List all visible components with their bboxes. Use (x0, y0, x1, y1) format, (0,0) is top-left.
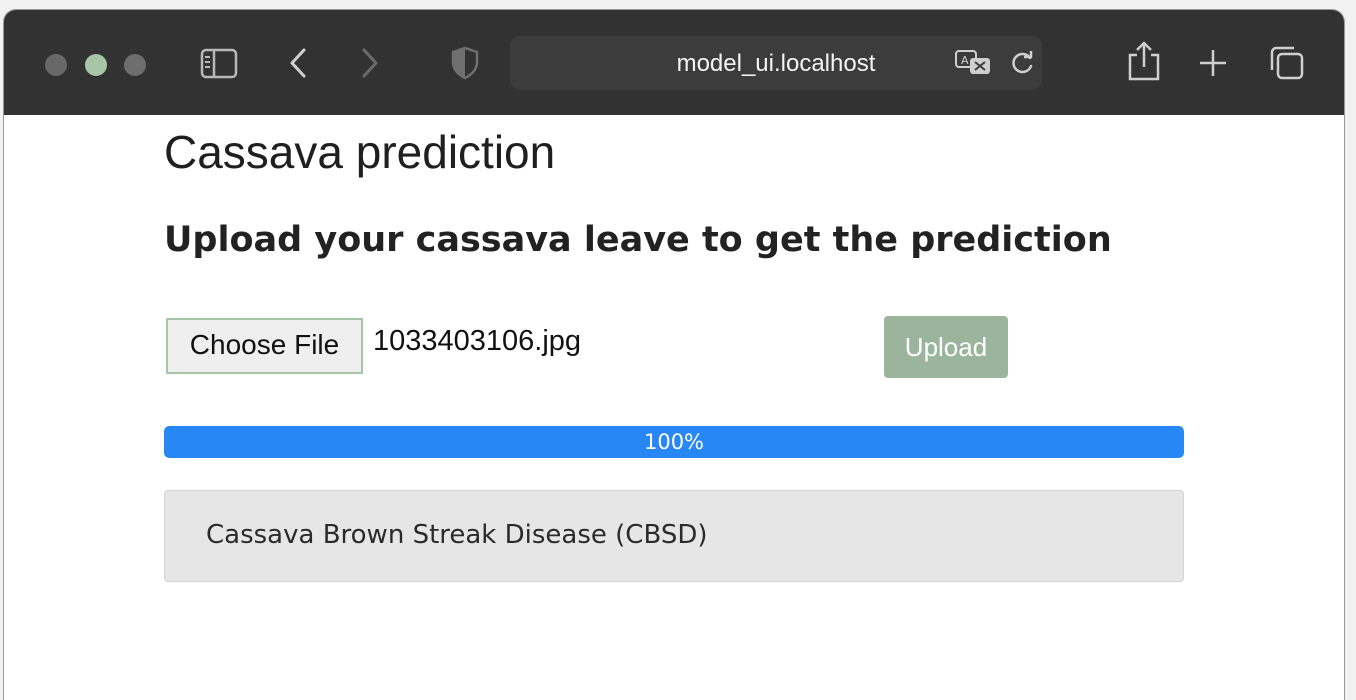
upload-button[interactable]: Upload (884, 316, 1008, 378)
prediction-result-text: Cassava Brown Streak Disease (CBSD) (206, 520, 708, 550)
upload-progress-bar: 100% (164, 426, 1184, 458)
selected-file-name: 1033403106.jpg (373, 325, 582, 357)
browser-window: model_ui.localhost A Cassava prediction … (4, 10, 1344, 700)
translate-icon[interactable]: A (954, 48, 994, 78)
choose-file-button[interactable]: Choose File (166, 318, 363, 374)
browser-toolbar: model_ui.localhost A (4, 10, 1344, 115)
shield-icon[interactable] (450, 46, 480, 80)
page-title: Cassava prediction (164, 126, 556, 178)
minimize-window-button[interactable] (85, 54, 107, 76)
page-content: Cassava prediction Upload your cassava l… (4, 115, 1344, 700)
close-window-button[interactable] (45, 54, 67, 76)
forward-icon[interactable] (358, 46, 382, 80)
back-icon[interactable] (286, 46, 310, 80)
zoom-window-button[interactable] (124, 54, 146, 76)
prediction-result: Cassava Brown Streak Disease (CBSD) (164, 490, 1184, 582)
share-icon[interactable] (1126, 40, 1162, 82)
progress-label: 100% (643, 430, 705, 454)
address-bar[interactable]: model_ui.localhost A (510, 36, 1042, 90)
sidebar-icon[interactable] (200, 48, 240, 80)
upload-instructions: Upload your cassava leave to get the pre… (164, 220, 1112, 260)
reload-icon[interactable] (1010, 50, 1036, 76)
tabs-overview-icon[interactable] (1268, 44, 1306, 82)
new-tab-icon[interactable] (1198, 48, 1228, 78)
svg-text:A: A (961, 54, 969, 67)
